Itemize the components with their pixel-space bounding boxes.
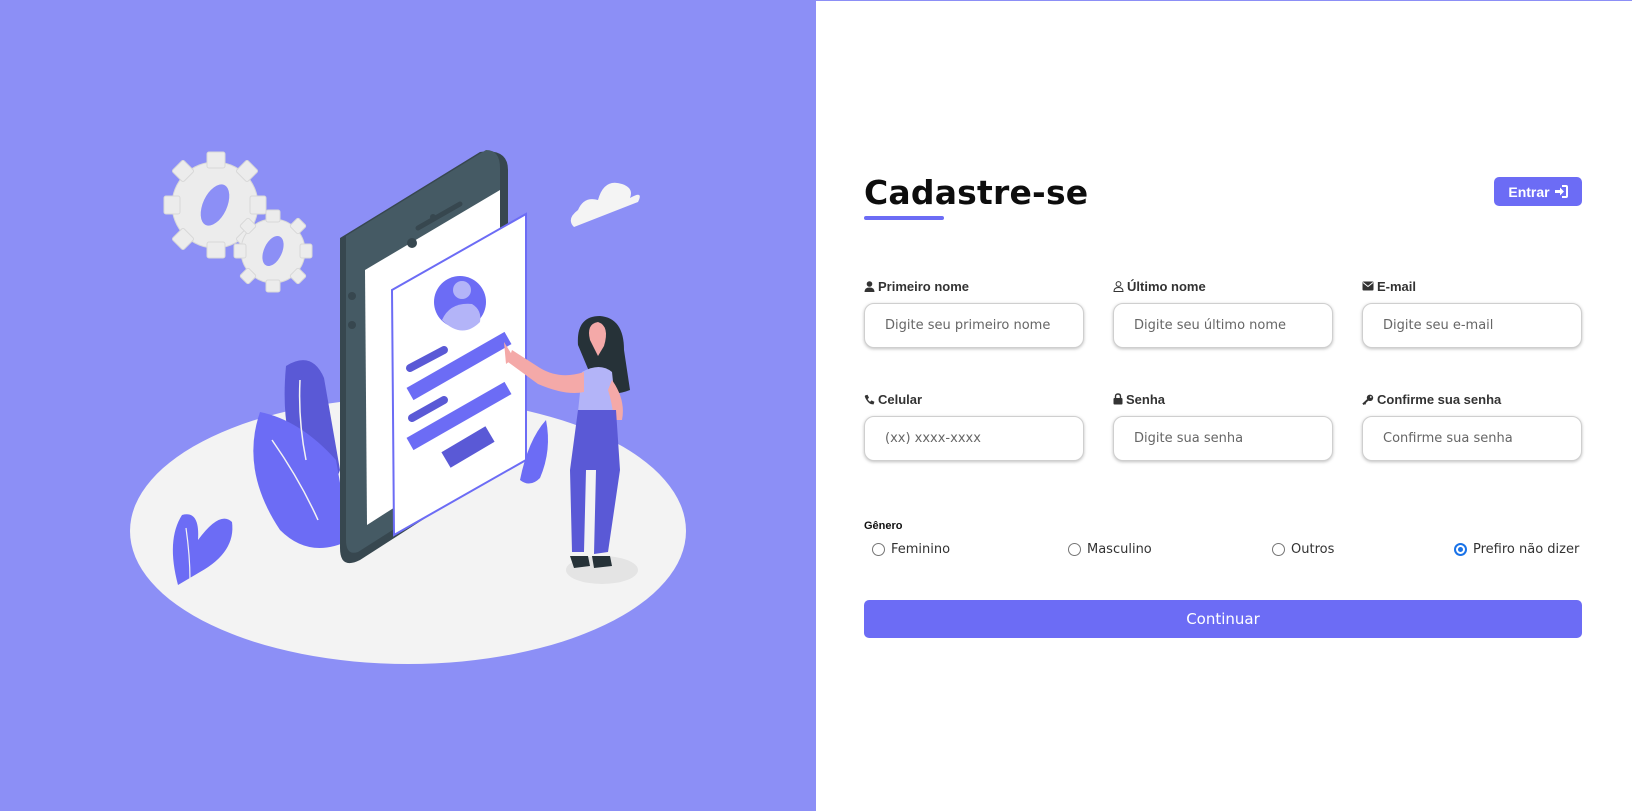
- login-button[interactable]: Entrar: [1494, 177, 1582, 206]
- radio-feminino[interactable]: [872, 543, 885, 556]
- title-underline: [864, 216, 944, 220]
- gender-option-label: Prefiro não dizer: [1473, 542, 1580, 557]
- form-header: Cadastre-se Entrar: [864, 173, 1582, 233]
- gender-option-prefiro-nao-dizer[interactable]: Prefiro não dizer: [1454, 542, 1579, 557]
- login-button-label: Entrar: [1508, 183, 1550, 200]
- gender-option-masculino[interactable]: Masculino: [1068, 542, 1152, 557]
- email-label: E-mail: [1362, 278, 1582, 294]
- gender-option-label: Outros: [1291, 542, 1335, 557]
- phone-icon: [864, 394, 875, 404]
- first-name-field: Primeiro nome: [864, 278, 1084, 348]
- gender-option-feminino[interactable]: Feminino: [872, 542, 950, 557]
- gender-title: Gênero: [864, 520, 903, 532]
- key-icon: [1362, 394, 1374, 405]
- gender-option-label: Masculino: [1087, 542, 1152, 557]
- gender-option-label: Feminino: [891, 542, 951, 557]
- last-name-field: Último nome: [1113, 278, 1333, 348]
- confirm-password-field: Confirme sua senha: [1362, 391, 1582, 461]
- signup-form-panel: Cadastre-se Entrar Primeiro nome Último …: [816, 0, 1632, 811]
- user-outline-icon: [1113, 280, 1124, 292]
- illustration-panel: [0, 0, 816, 811]
- continue-button[interactable]: Continuar: [864, 600, 1582, 638]
- email-field: E-mail: [1362, 278, 1582, 348]
- last-name-input[interactable]: [1113, 303, 1333, 348]
- radio-outros[interactable]: [1272, 543, 1285, 556]
- gender-options: Feminino Masculino Outros Prefiro não di…: [864, 542, 1582, 564]
- confirm-password-label: Confirme sua senha: [1362, 391, 1582, 407]
- password-label: Senha: [1113, 391, 1333, 407]
- radio-masculino[interactable]: [1068, 543, 1081, 556]
- gender-option-outros[interactable]: Outros: [1272, 542, 1334, 557]
- first-name-label: Primeiro nome: [864, 278, 1084, 294]
- confirm-password-input[interactable]: [1362, 416, 1582, 461]
- phone-input[interactable]: [864, 416, 1084, 461]
- phone-field: Celular: [864, 391, 1084, 461]
- lock-icon: [1113, 393, 1123, 405]
- cloud-icon: [570, 182, 640, 227]
- first-name-input[interactable]: [864, 303, 1084, 348]
- page-title: Cadastre-se: [864, 173, 1089, 212]
- gender-group: Gênero Feminino Masculino Outros Prefiro…: [864, 520, 1582, 564]
- radio-prefiro-nao-dizer[interactable]: [1454, 543, 1467, 556]
- phone-label: Celular: [864, 391, 1084, 407]
- user-solid-icon: [864, 280, 875, 292]
- last-name-label: Último nome: [1113, 278, 1333, 294]
- sign-in-icon: [1554, 185, 1568, 198]
- signup-illustration: [130, 150, 686, 664]
- envelope-icon: [1362, 281, 1374, 291]
- email-input[interactable]: [1362, 303, 1582, 348]
- gear-icon: [233, 209, 313, 293]
- password-field: Senha: [1113, 391, 1333, 461]
- password-input[interactable]: [1113, 416, 1333, 461]
